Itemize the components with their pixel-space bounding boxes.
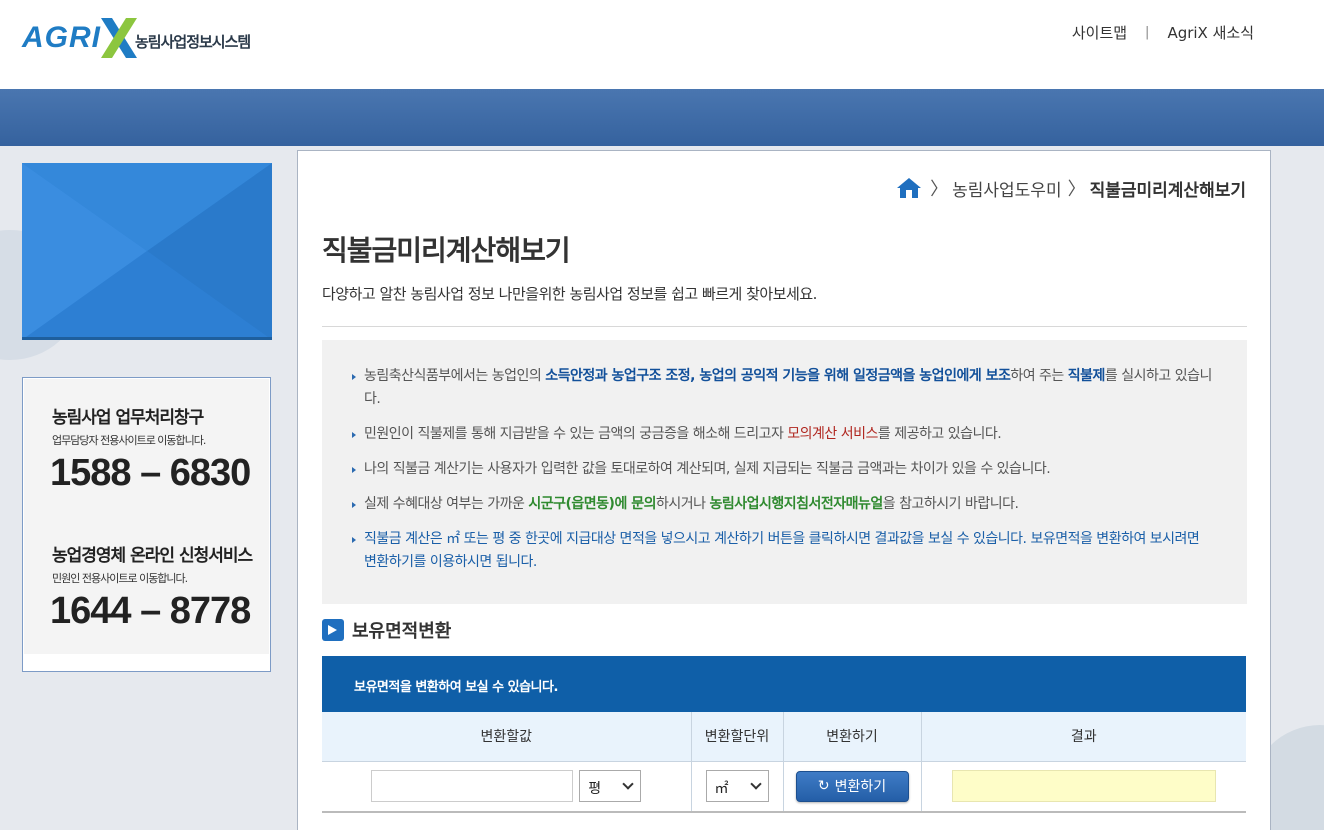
section-title-text: 보유면적변환 — [352, 621, 452, 642]
chevron-down-icon — [749, 778, 762, 790]
chevron-right-icon: 〉 — [1067, 179, 1086, 200]
page-title: 직불금미리계산해보기 — [322, 234, 571, 267]
notice-item: 실제 수혜대상 여부는 가까운 시군구(읍면동)에 문의하시거나 농림사업시행지… — [352, 493, 1214, 516]
news-link[interactable]: AgriX 새소식 — [1167, 22, 1254, 43]
notice-text: 를 제공하고 있습니다. — [877, 426, 1002, 442]
from-unit-value: 평 — [588, 781, 602, 798]
breadcrumb: 〉 농림사업도우미 〉 직불금미리계산해보기 — [896, 175, 1246, 201]
unit-cell: ㎡ — [691, 761, 784, 813]
result-field — [951, 770, 1216, 803]
from-unit-select[interactable]: 평 — [579, 770, 642, 803]
chevron-right-icon: 〉 — [930, 179, 949, 200]
notice-text: 하여 주는 — [1010, 368, 1068, 384]
logo-x-mark — [101, 18, 137, 58]
table-row: 평 ㎡ ↻ 변환하기 — [322, 761, 1246, 813]
button-cell: ↻ 변환하기 — [783, 761, 922, 813]
contact2-title[interactable]: 농업경영체 온라인 신청서비스 — [52, 541, 253, 566]
divider: | — [1145, 25, 1150, 40]
column-header: 변환할단위 — [691, 712, 784, 762]
manual-link[interactable]: 농림사업시행지침서전자매뉴얼 — [709, 496, 883, 512]
notice-text: 을 참고하시기 바랍니다. — [882, 496, 1019, 512]
converter-table: 변환할값 변환할단위 변환하기 결과 평 ㎡ ↻ 변환하기 — [322, 712, 1246, 813]
utility-links: 사이트맵 | AgriX 새소식 — [1072, 22, 1254, 43]
contact-box: 농림사업 업무처리창구 업무담당자 전용사이트로 이동합니다. 1588 – 6… — [22, 377, 271, 672]
contact2-subtitle: 민원인 전용사이트로 이동합니다. — [52, 572, 188, 585]
site-header: AGRI 농림사업정보시스템 사이트맵 | AgriX 새소식 — [0, 0, 1324, 89]
page-description: 다양하고 알찬 농림사업 정보 나만을위한 농림사업 정보를 쉽고 빠르게 찾아… — [322, 285, 817, 303]
column-header: 변환할값 — [322, 712, 692, 762]
notice-highlight: 소득안정과 농업구조 조정, 농업의 공익적 기능을 위해 일정금액을 농업인에… — [545, 368, 1011, 384]
to-unit-value: ㎡ — [714, 781, 729, 798]
converter-caption: 보유면적을 변환하여 보실 수 있습니다. — [322, 656, 1246, 712]
arrow-right-icon — [322, 619, 344, 641]
notice-highlight: 직불제 — [1067, 368, 1106, 384]
to-unit-select[interactable]: ㎡ — [705, 770, 769, 803]
convert-button[interactable]: ↻ 변환하기 — [795, 770, 909, 802]
notice-box: 농림축산식품부에서는 농업인의 소득안정과 농업구조 조정, 농업의 공익적 기… — [322, 340, 1247, 604]
notice-text: 농림축산식품부에서는 농업인의 — [364, 368, 546, 384]
notice-text: 하시거나 — [655, 496, 710, 512]
notice-item: 농림축산식품부에서는 농업인의 소득안정과 농업구조 조정, 농업의 공익적 기… — [352, 365, 1214, 411]
chevron-down-icon — [622, 778, 634, 790]
notice-list: 농림축산식품부에서는 농업인의 소득안정과 농업구조 조정, 농업의 공익적 기… — [352, 365, 1214, 586]
table-header-row: 변환할값 변환할단위 변환하기 결과 — [322, 712, 1246, 762]
contact1-subtitle: 업무담당자 전용사이트로 이동합니다. — [52, 434, 206, 447]
breadcrumb-current: 직불금미리계산해보기 — [1089, 180, 1246, 201]
notice-item: 직불금 계산은 ㎡ 또는 평 중 한곳에 지급대상 면적을 넣으시고 계산하기 … — [352, 528, 1214, 574]
sidebar-banner[interactable] — [22, 163, 272, 340]
notice-highlight: 시군구(읍면동)에 문의 — [528, 496, 656, 512]
convert-button-label: 변환하기 — [834, 779, 887, 796]
contact1-phone: 1588 – 6830 — [50, 452, 251, 494]
banner-graphic — [22, 163, 272, 337]
value-cell: 평 — [322, 761, 692, 813]
column-header: 변환하기 — [783, 712, 922, 762]
refresh-icon: ↻ — [817, 778, 830, 795]
sitemap-link[interactable]: 사이트맵 — [1072, 22, 1127, 43]
result-cell — [921, 761, 1246, 813]
logo-subtitle: 농림사업정보시스템 — [135, 32, 251, 51]
breadcrumb-item[interactable]: 농림사업도우미 — [952, 176, 1061, 201]
logo-wordmark: AGRI — [22, 21, 101, 54]
divider — [322, 326, 1247, 327]
area-value-input[interactable] — [371, 770, 574, 803]
main-content: 〉 농림사업도우미 〉 직불금미리계산해보기 직불금미리계산해보기 다양하고 알… — [297, 150, 1271, 830]
notice-item: 나의 직불금 계산기는 사용자가 입력한 값을 토대로하여 계산되며, 실제 지… — [352, 458, 1214, 481]
contact-panel: 농림사업 업무처리창구 업무담당자 전용사이트로 이동합니다. 1588 – 6… — [24, 379, 269, 654]
contact2-phone: 1644 – 8778 — [50, 590, 251, 632]
notice-text: 실제 수혜대상 여부는 가까운 — [364, 496, 529, 512]
notice-text: 민원인이 직불제를 통해 지급받을 수 있는 금액의 궁금증을 해소해 드리고자 — [364, 426, 788, 442]
column-header: 결과 — [921, 712, 1246, 762]
home-icon[interactable] — [896, 176, 922, 200]
agrix-logo[interactable]: AGRI 농림사업정보시스템 — [22, 16, 251, 60]
notice-highlight: 모의계산 서비스 — [787, 426, 878, 442]
section-title: 보유면적변환 — [322, 617, 451, 643]
notice-item: 민원인이 직불제를 통해 지급받을 수 있는 금액의 궁금증을 해소해 드리고자… — [352, 423, 1214, 446]
contact1-title[interactable]: 농림사업 업무처리창구 — [52, 403, 204, 428]
main-nav-bar — [0, 89, 1324, 146]
